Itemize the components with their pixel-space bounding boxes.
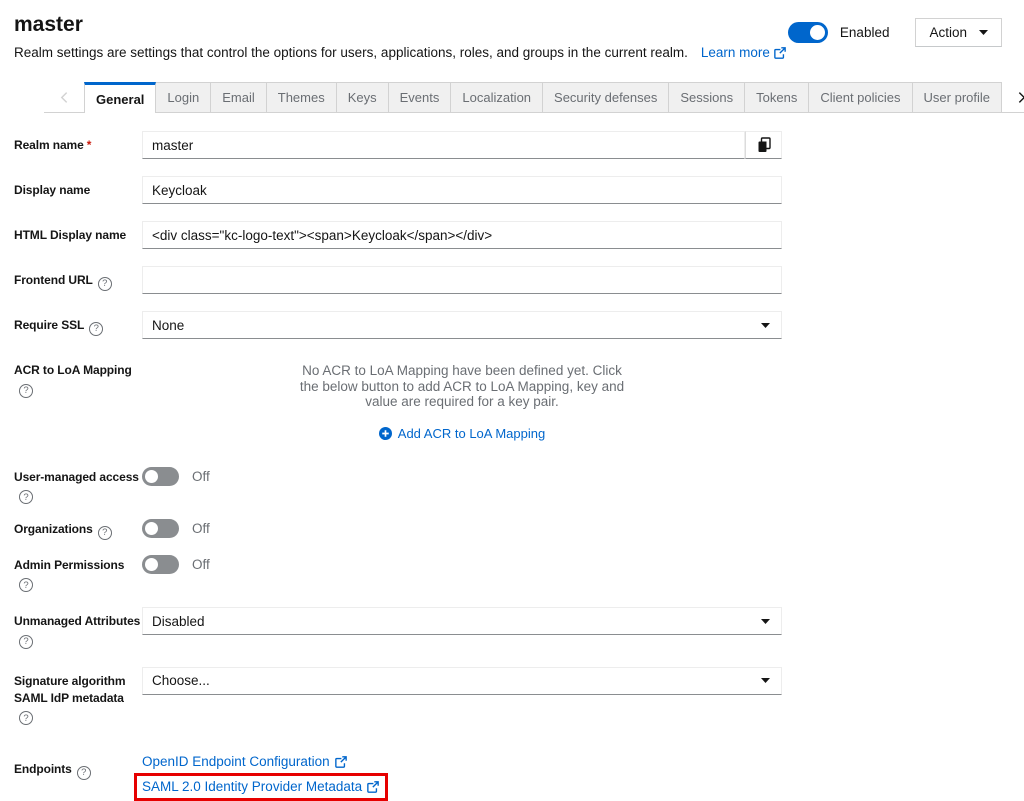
chevron-right-icon: [1018, 91, 1024, 104]
tab-email[interactable]: Email: [211, 82, 267, 112]
page-title: master: [14, 13, 786, 37]
tab-events[interactable]: Events: [389, 82, 452, 112]
require-ssl-row: Require SSL? None: [14, 311, 1024, 339]
red-highlight-annotation: SAML 2.0 Identity Provider Metadata: [134, 773, 388, 801]
frontend-url-label: Frontend URL?: [14, 266, 142, 291]
tab-general[interactable]: General: [84, 82, 156, 113]
display-name-input[interactable]: [142, 176, 782, 204]
realm-description: Realm settings are settings that control…: [14, 44, 786, 61]
tab-tokens[interactable]: Tokens: [745, 82, 809, 112]
user-managed-access-label: User-managed access ?: [14, 467, 142, 505]
tab-sessions[interactable]: Sessions: [669, 82, 745, 112]
organizations-row: Organizations? Off: [14, 519, 1024, 540]
caret-down-icon: [761, 323, 770, 328]
toggle-state-label: Off: [192, 521, 210, 536]
admin-permissions-toggle[interactable]: [142, 555, 179, 574]
display-name-label: Display name: [14, 176, 142, 199]
frontend-url-input[interactable]: [142, 266, 782, 294]
help-icon[interactable]: ?: [19, 635, 33, 649]
external-link-icon: [335, 756, 347, 768]
html-display-name-label: HTML Display name: [14, 221, 142, 244]
help-icon[interactable]: ?: [19, 711, 33, 725]
plus-circle-icon: [379, 427, 392, 440]
toggle-knob: [145, 470, 158, 483]
saml-identity-provider-metadata-link[interactable]: SAML 2.0 Identity Provider Metadata: [142, 776, 379, 797]
realm-enabled-toggle[interactable]: [788, 22, 828, 43]
tab-user-profile[interactable]: User profile: [913, 82, 1002, 112]
organizations-toggle[interactable]: [142, 519, 179, 538]
realm-header: master Realm settings are settings that …: [0, 0, 1024, 61]
admin-permissions-row: Admin Permissions? Off: [14, 555, 1024, 593]
tab-themes[interactable]: Themes: [267, 82, 337, 112]
copy-icon: [757, 137, 771, 153]
toggle-knob: [145, 522, 158, 535]
add-acr-loa-mapping-button[interactable]: Add ACR to LoA Mapping: [142, 426, 782, 441]
acr-loa-mapping-row: ACR to LoA Mapping? No ACR to LoA Mappin…: [14, 356, 1024, 441]
endpoints-row: Endpoints? OpenID Endpoint Configuration…: [14, 751, 1024, 801]
realm-name-row: Realm name*: [14, 131, 1024, 159]
require-ssl-select[interactable]: None: [142, 311, 782, 339]
display-name-row: Display name: [14, 176, 1024, 204]
unmanaged-attributes-select[interactable]: Disabled: [142, 607, 782, 635]
unmanaged-attributes-row: Unmanaged Attributes ? Disabled: [14, 607, 1024, 649]
realm-name-input[interactable]: [142, 131, 745, 159]
signature-algorithm-label: Signature algorithm SAML IdP metadata ?: [14, 667, 142, 726]
help-icon[interactable]: ?: [19, 384, 33, 398]
html-display-name-input[interactable]: [142, 221, 782, 249]
action-dropdown-button[interactable]: Action: [915, 18, 1002, 47]
frontend-url-row: Frontend URL?: [14, 266, 1024, 294]
toggle-knob: [145, 558, 158, 571]
external-link-icon: [774, 47, 786, 59]
caret-down-icon: [761, 678, 770, 683]
signature-algorithm-select[interactable]: Choose...: [142, 667, 782, 695]
header-actions: Enabled Action: [788, 18, 1002, 47]
tab-login[interactable]: Login: [156, 82, 211, 112]
help-icon[interactable]: ?: [89, 322, 103, 336]
external-link-icon: [367, 781, 379, 793]
endpoints-label: Endpoints?: [14, 751, 142, 780]
toggle-state-label: Off: [192, 557, 210, 572]
tab-client-policies[interactable]: Client policies: [809, 82, 912, 112]
user-managed-access-toggle[interactable]: [142, 467, 179, 486]
tabs-scroll-right-button[interactable]: [1002, 82, 1024, 112]
help-icon[interactable]: ?: [19, 490, 33, 504]
toggle-state-label: Off: [192, 469, 210, 484]
help-icon[interactable]: ?: [19, 578, 33, 592]
tab-security-defenses[interactable]: Security defenses: [543, 82, 669, 112]
help-icon[interactable]: ?: [98, 526, 112, 540]
copy-button[interactable]: [745, 131, 782, 159]
header-text: master Realm settings are settings that …: [14, 13, 786, 61]
chevron-left-icon: [60, 91, 68, 104]
openid-endpoint-configuration-link[interactable]: OpenID Endpoint Configuration: [142, 751, 347, 772]
caret-down-icon: [979, 30, 988, 35]
html-display-name-row: HTML Display name: [14, 221, 1024, 249]
realm-description-text: Realm settings are settings that control…: [14, 45, 688, 60]
signature-algorithm-row: Signature algorithm SAML IdP metadata ? …: [14, 667, 1024, 726]
organizations-label: Organizations?: [14, 519, 142, 540]
help-icon[interactable]: ?: [98, 277, 112, 291]
admin-permissions-label: Admin Permissions?: [14, 555, 142, 593]
realm-name-label: Realm name*: [14, 131, 142, 154]
help-icon[interactable]: ?: [77, 766, 91, 780]
tab-localization[interactable]: Localization: [451, 82, 543, 112]
acr-loa-mapping-label: ACR to LoA Mapping?: [14, 356, 142, 398]
tab-keys[interactable]: Keys: [337, 82, 389, 112]
acr-empty-state-text: No ACR to LoA Mapping have been defined …: [296, 363, 628, 410]
unmanaged-attributes-label: Unmanaged Attributes ?: [14, 607, 142, 649]
required-asterisk: *: [87, 138, 92, 152]
caret-down-icon: [761, 619, 770, 624]
learn-more-link[interactable]: Learn more: [701, 44, 786, 61]
toggle-knob: [810, 25, 825, 40]
realm-settings-tabs: General Login Email Themes Keys Events L…: [44, 82, 1024, 113]
require-ssl-label: Require SSL?: [14, 311, 142, 336]
enabled-label: Enabled: [840, 25, 890, 40]
user-managed-access-row: User-managed access ? Off: [14, 467, 1024, 505]
general-settings-form: Realm name* Display name HTML Display na…: [0, 113, 1024, 801]
tabs-scroll-left-button[interactable]: [44, 82, 84, 112]
